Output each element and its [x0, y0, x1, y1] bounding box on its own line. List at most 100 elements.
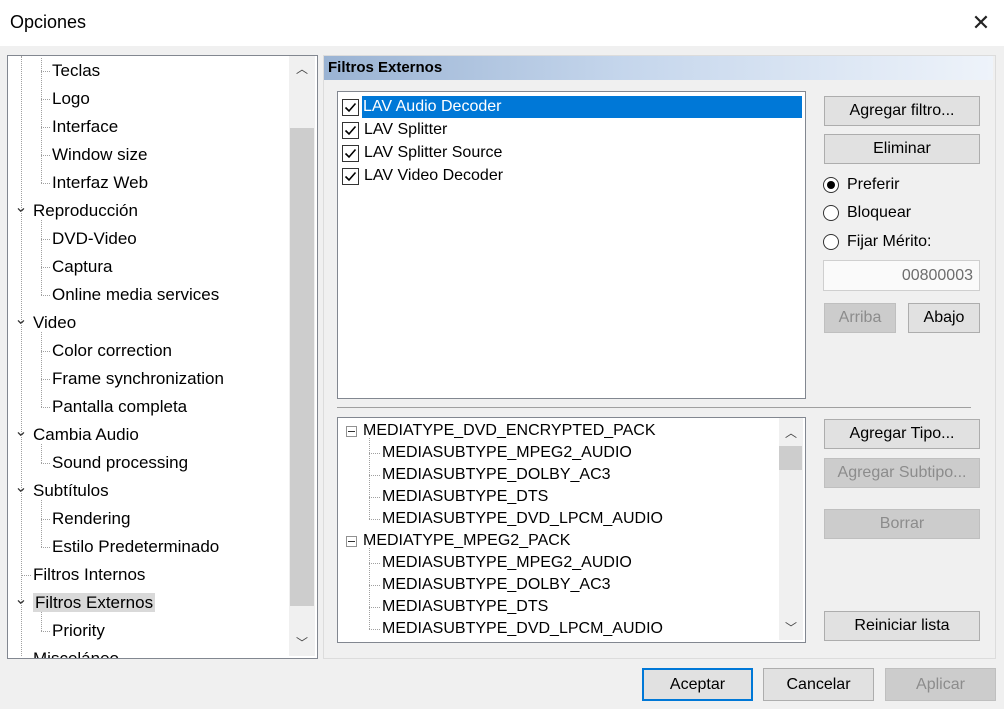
media-subtype-node[interactable]: MEDIASUBTYPE_DOLBY_AC3	[382, 574, 611, 596]
reset-list-button[interactable]: Reiniciar lista	[824, 611, 980, 641]
apply-button[interactable]: Aplicar	[885, 668, 996, 701]
merit-label[interactable]: Fijar Mérito:	[847, 233, 931, 251]
collapse-icon[interactable]	[346, 536, 357, 547]
filter-list-item[interactable]: LAV Audio Decoder	[342, 96, 802, 118]
tree-item[interactable]: Misceláneo	[33, 646, 119, 658]
tree-item[interactable]: Captura	[52, 254, 112, 280]
tree-item[interactable]: Sound processing	[52, 450, 188, 476]
scroll-down-icon[interactable]: ﹀	[289, 632, 315, 654]
tree-item[interactable]: Logo	[52, 86, 90, 112]
filter-label: LAV Splitter	[364, 121, 448, 138]
media-subtype-node[interactable]: MEDIASUBTYPE_MPEG2_AUDIO	[382, 442, 632, 464]
tree-item[interactable]: Color correction	[52, 338, 172, 364]
tree-item[interactable]: Cambia Audio	[33, 422, 139, 448]
collapse-icon[interactable]	[346, 426, 357, 437]
check-icon	[344, 171, 357, 182]
filter-list-item[interactable]: LAV Splitter	[340, 119, 802, 141]
tree-connector	[21, 56, 22, 656]
cancel-button[interactable]: Cancelar	[763, 668, 874, 701]
tree-item[interactable]: Reproducción	[33, 198, 138, 224]
media-subtype-node[interactable]: MEDIASUBTYPE_DOLBY_AC3	[382, 464, 611, 486]
tree-connector	[369, 548, 370, 629]
ok-button[interactable]: Aceptar	[642, 668, 753, 701]
filter-checkbox[interactable]	[342, 168, 359, 185]
merit-field[interactable]: 00800003	[823, 260, 980, 291]
media-subtype-node[interactable]: MEDIASUBTYPE_DVD_LPCM_AUDIO	[382, 618, 663, 640]
tree-item-label: Video	[33, 313, 77, 332]
tree-item[interactable]: Online media services	[52, 282, 219, 308]
external-filter-list[interactable]: LAV Audio Decoder LAV Splitter LAV Splitte…	[337, 91, 806, 399]
up-button[interactable]: Arriba	[824, 303, 896, 333]
tree-connector	[41, 127, 50, 128]
tree-item[interactable]: Window size	[52, 142, 147, 168]
add-filter-button[interactable]: Agregar filtro...	[824, 96, 980, 126]
tree-connector	[41, 547, 50, 548]
media-type-node[interactable]: MEDIATYPE_MPEG2_PACK	[363, 530, 570, 552]
tree-item[interactable]: Video	[33, 310, 76, 336]
tree-item[interactable]: Pantalla completa	[52, 394, 187, 420]
block-radio[interactable]	[823, 205, 839, 221]
tree-item-label: DVD-Video	[52, 229, 137, 248]
tree-item-label: Priority	[52, 621, 105, 640]
filter-checkbox[interactable]	[342, 145, 359, 162]
tree-connector	[41, 379, 50, 380]
tree-connector	[41, 239, 50, 240]
tree-item-label: Subtítulos	[33, 481, 109, 500]
media-subtype-node[interactable]: MEDIASUBTYPE_DVD_LPCM_AUDIO	[382, 508, 663, 530]
tree-item[interactable]: DVD-Video	[52, 226, 137, 252]
media-subtype-node[interactable]: MEDIASUBTYPE_MPEG2_AUDIO	[382, 552, 632, 574]
add-subtype-button[interactable]: Agregar Subtipo...	[824, 458, 980, 488]
tree-item[interactable]: Priority	[52, 618, 105, 644]
tree-item[interactable]: Filtros Internos	[33, 562, 145, 588]
filter-list-item[interactable]: LAV Video Decoder	[340, 165, 802, 187]
tree-connector	[41, 463, 50, 464]
merit-radio[interactable]	[823, 234, 839, 250]
window-title: Opciones	[10, 12, 87, 32]
tree-item[interactable]: Interfaz Web	[52, 170, 148, 196]
tree-item[interactable]: Teclas	[52, 58, 100, 84]
filter-checkbox[interactable]	[342, 122, 359, 139]
close-icon[interactable]: ✕	[966, 8, 996, 38]
delete-button[interactable]: Borrar	[824, 509, 980, 539]
tree-item[interactable]: Subtítulos	[33, 478, 109, 504]
add-type-button[interactable]: Agregar Tipo...	[824, 419, 980, 449]
media-type-node[interactable]: MEDIATYPE_DVD_ENCRYPTED_PACK	[363, 420, 656, 442]
filter-list-item[interactable]: LAV Splitter Source	[340, 142, 802, 164]
block-label[interactable]: Bloquear	[847, 204, 911, 222]
filter-checkbox[interactable]	[342, 99, 359, 116]
prefer-radio[interactable]	[823, 177, 839, 193]
prefer-label[interactable]: Preferir	[847, 176, 899, 194]
tree-item[interactable]: Estilo Predeterminado	[52, 534, 219, 560]
tree-connector	[41, 267, 50, 268]
filter-label: LAV Audio Decoder	[362, 96, 503, 118]
tree-item-label: Teclas	[52, 61, 101, 80]
media-type-tree[interactable]: MEDIATYPE_DVD_ENCRYPTED_PACK MEDIASUBTYPE…	[337, 417, 806, 643]
tree-item[interactable]: Frame synchronization	[52, 366, 224, 392]
media-tree-scrollbar-thumb[interactable]	[779, 446, 802, 470]
media-subtype-node[interactable]: MEDIASUBTYPE_DTS	[382, 596, 548, 618]
tree-connector	[21, 575, 31, 576]
scroll-up-icon[interactable]: ︿	[289, 58, 315, 80]
tree-connector	[369, 607, 380, 608]
remove-filter-button[interactable]: Eliminar	[824, 134, 980, 164]
tree-item-label: Filtros Internos	[33, 565, 146, 584]
scroll-up-icon[interactable]: ︿	[779, 422, 803, 444]
tree-item-label: Window size	[52, 145, 148, 164]
separator	[337, 407, 971, 408]
tree-scrollbar-thumb[interactable]	[290, 128, 314, 606]
tree-item-label: Filtros Externos	[33, 593, 156, 612]
media-subtype-node[interactable]: MEDIASUBTYPE_DTS	[382, 486, 548, 508]
scroll-down-icon[interactable]: ﹀	[779, 617, 803, 639]
tree-item[interactable]: Rendering	[52, 506, 130, 532]
filter-label: LAV Splitter Source	[364, 144, 503, 161]
tree-item-label: Reproducción	[33, 201, 138, 220]
tree-connector	[41, 444, 42, 463]
tree-connector	[369, 453, 380, 454]
tree-item-label: Online media services	[52, 285, 220, 304]
tree-connector	[41, 71, 50, 72]
tree-item-label: Logo	[52, 89, 90, 108]
down-button[interactable]: Abajo	[908, 303, 980, 333]
options-tree[interactable]: Teclas Logo Interface Window size Interfaz W…	[7, 55, 318, 659]
tree-item[interactable]: Filtros Externos	[33, 590, 156, 616]
tree-item[interactable]: Interface	[52, 114, 118, 140]
